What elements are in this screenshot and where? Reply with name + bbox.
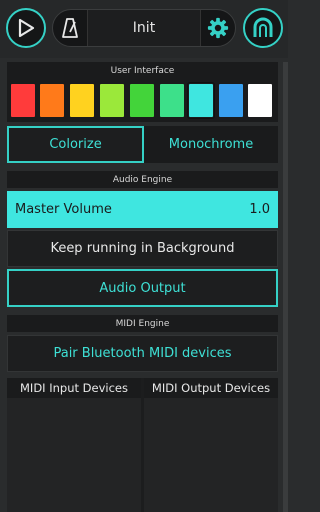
monochrome-button[interactable]: Monochrome [144,126,278,163]
play-icon [18,18,35,38]
midi-output-devices-header: MIDI Output Devices [144,378,278,398]
scrollbar-track[interactable] [283,62,288,512]
swatch-orange[interactable] [39,83,65,118]
top-bar: Init [0,0,288,58]
midi-connect-button[interactable] [243,8,283,48]
metronome-icon [62,18,78,38]
metronome-button[interactable] [53,10,87,46]
master-volume-label: Master Volume [15,202,112,217]
midi-input-devices-header: MIDI Input Devices [7,378,141,398]
keep-running-background-toggle[interactable]: Keep running in Background [7,230,278,267]
color-palette [7,79,278,122]
magnet-icon [253,17,273,37]
swatch-lime[interactable] [99,83,125,118]
swatch-red[interactable] [10,83,36,118]
swatch-mint[interactable] [159,83,185,118]
master-volume-slider[interactable]: Master Volume 1.0 [7,191,278,228]
settings-button[interactable] [201,10,235,46]
swatch-green[interactable] [129,83,155,118]
swatch-blue[interactable] [218,83,244,118]
audio-output-button[interactable]: Audio Output [7,269,278,307]
preset-name[interactable]: Init [87,10,201,46]
audio-engine-section-title: Audio Engine [7,171,278,188]
pair-bluetooth-midi-button[interactable]: Pair Bluetooth MIDI devices [7,335,278,372]
swatch-yellow[interactable] [69,83,95,118]
gear-icon [207,17,229,39]
swatch-cyan[interactable] [187,82,215,119]
midi-output-devices-list[interactable]: MIDI Output Devices [144,378,278,512]
midi-engine-section-title: MIDI Engine [7,315,278,332]
swatch-white[interactable] [247,83,273,118]
user-interface-section-title: User Interface [7,62,278,79]
master-volume-value: 1.0 [249,202,270,217]
play-button[interactable] [6,8,46,48]
midi-devices-panel: MIDI Input Devices MIDI Output Devices [7,378,278,512]
midi-input-devices-list[interactable]: MIDI Input Devices [7,378,141,512]
preset-selector: Init [52,9,236,47]
colorize-button[interactable]: Colorize [7,126,144,163]
